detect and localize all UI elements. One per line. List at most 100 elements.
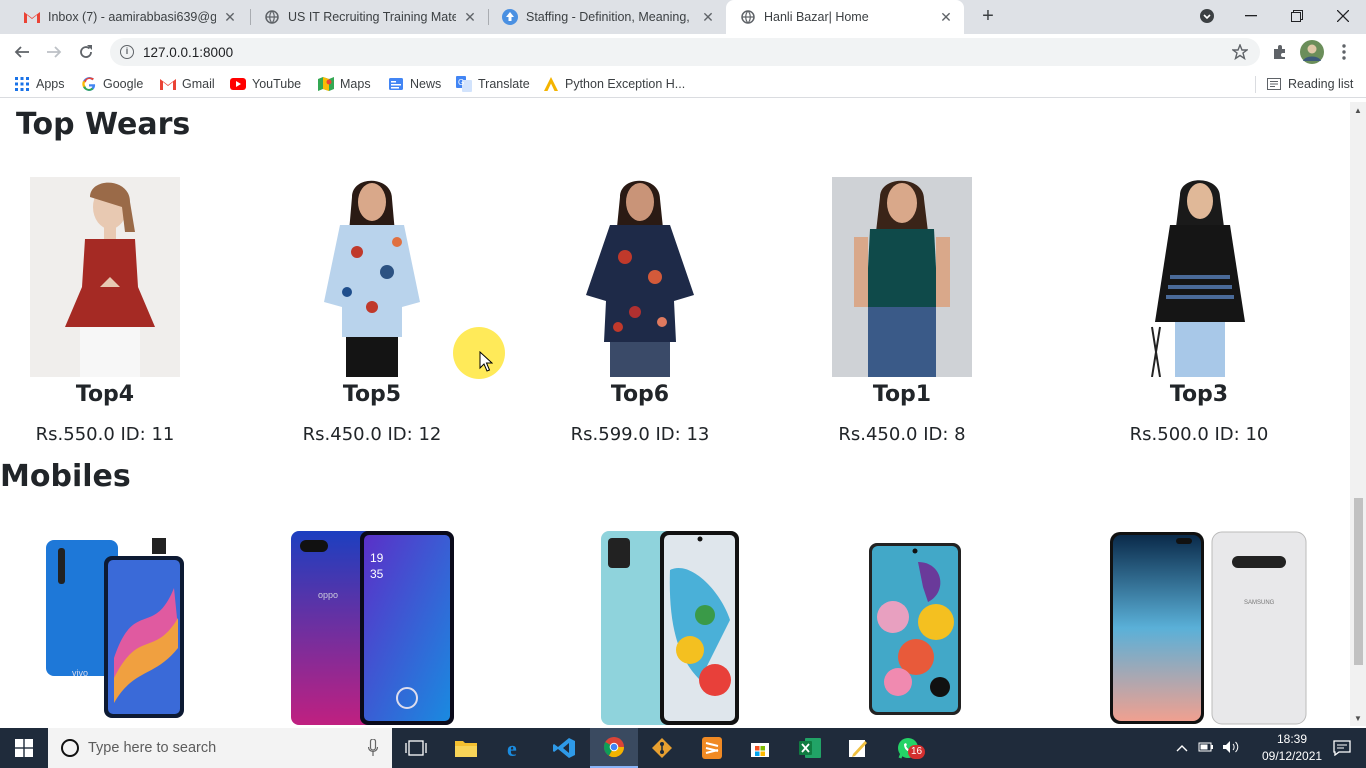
taskbar-search-box[interactable]: Type here to search xyxy=(48,728,392,768)
scroll-down-icon[interactable]: ▼ xyxy=(1353,714,1363,724)
section-title-top-wears: Top Wears xyxy=(16,107,191,142)
product-image-top5[interactable] xyxy=(302,177,442,377)
product-image-samsung-a71[interactable] xyxy=(600,530,740,726)
tab-hanli-bazar[interactable]: Hanli Bazar| Home ✕ xyxy=(726,0,964,34)
edge-browser-icon[interactable]: e xyxy=(492,728,540,768)
page-content: Top Wears Top4 Rs.550.0 ID: 11 Top5 Rs.4… xyxy=(0,102,1350,726)
product-name[interactable]: Top5 xyxy=(297,382,447,407)
product-image-top4[interactable] xyxy=(30,177,180,377)
product-price: Rs.599.0 ID: 13 xyxy=(570,424,710,445)
tab-gmail[interactable]: Inbox (7) - aamirabbasi639@gmail ✕ xyxy=(10,0,248,34)
windows-start-icon[interactable] xyxy=(0,728,48,768)
profile-avatar[interactable] xyxy=(1298,38,1326,66)
apps-grid-icon xyxy=(14,76,30,92)
microphone-icon[interactable] xyxy=(368,739,378,757)
microsoft-store-icon[interactable] xyxy=(736,728,784,768)
file-explorer-icon[interactable] xyxy=(442,728,490,768)
mouse-cursor-icon xyxy=(479,350,494,378)
show-hidden-icons-icon[interactable] xyxy=(1176,741,1188,755)
translate-icon: G xyxy=(456,76,472,92)
volume-icon[interactable] xyxy=(1222,740,1240,757)
menu-kebab-icon[interactable] xyxy=(1330,38,1358,66)
git-icon[interactable] xyxy=(638,728,686,768)
address-bar[interactable]: i 127.0.0.1:8000 xyxy=(110,38,1260,66)
bookmark-label: Maps xyxy=(340,77,371,91)
notification-badge: 16 xyxy=(908,745,926,759)
browser-toolbar: i 127.0.0.1:8000 xyxy=(0,34,1366,70)
product-image-samsung-s10[interactable]: SAMSUNG xyxy=(1108,530,1308,726)
info-icon[interactable]: i xyxy=(120,45,134,59)
new-tab-button[interactable]: + xyxy=(976,5,1000,29)
svg-text:35: 35 xyxy=(370,567,384,581)
minimize-button[interactable] xyxy=(1228,0,1274,32)
excel-icon[interactable] xyxy=(786,728,834,768)
product-name[interactable]: Top6 xyxy=(565,382,715,407)
bookmark-gmail[interactable]: Gmail xyxy=(160,76,215,92)
bookmark-label: Python Exception H... xyxy=(565,77,686,91)
back-button[interactable] xyxy=(8,38,36,66)
scrollbar-thumb[interactable] xyxy=(1354,498,1363,665)
bookmarks-separator xyxy=(1255,76,1256,93)
page-scrollbar[interactable]: ▲ ▼ xyxy=(1350,102,1366,726)
svg-text:19: 19 xyxy=(370,551,384,565)
close-icon[interactable]: ✕ xyxy=(938,9,954,25)
product-price: Rs.450.0 ID: 8 xyxy=(838,424,966,445)
bookmark-star-icon[interactable] xyxy=(1226,38,1254,66)
close-icon[interactable]: ✕ xyxy=(700,9,716,25)
bookmark-news[interactable]: News xyxy=(388,76,441,92)
product-name[interactable]: Top1 xyxy=(827,382,977,407)
sublime-text-icon[interactable] xyxy=(688,728,736,768)
svg-text:G: G xyxy=(458,78,464,87)
news-icon xyxy=(388,76,404,92)
extensions-icon[interactable] xyxy=(1266,38,1294,66)
reading-list-icon xyxy=(1266,76,1282,92)
tab-search-button[interactable] xyxy=(1184,0,1230,32)
action-center-icon[interactable] xyxy=(1318,728,1366,768)
gmail-icon xyxy=(160,76,176,92)
bookmark-label: Google xyxy=(103,77,144,91)
scroll-up-icon[interactable]: ▲ xyxy=(1353,106,1363,116)
upload-icon xyxy=(502,9,518,25)
search-placeholder: Type here to search xyxy=(88,740,217,756)
notepad-icon[interactable] xyxy=(834,728,882,768)
bookmark-label: Gmail xyxy=(182,77,215,91)
taskbar-clock[interactable]: 18:39 09/12/2021 xyxy=(1262,731,1322,765)
product-price: Rs.550.0 ID: 11 xyxy=(35,424,175,445)
bookmark-maps[interactable]: Maps xyxy=(318,76,371,92)
close-icon[interactable]: ✕ xyxy=(222,9,238,25)
product-image-top6[interactable] xyxy=(570,177,710,377)
clock-date: 09/12/2021 xyxy=(1262,749,1323,763)
tab-strip: Inbox (7) - aamirabbasi639@gmail ✕ US IT… xyxy=(0,0,1366,34)
product-image-vivo[interactable]: vivo xyxy=(44,538,186,720)
product-image-oppo[interactable]: oppo 19 35 xyxy=(290,530,455,726)
product-name[interactable]: Top4 xyxy=(30,382,180,407)
python-icon xyxy=(543,76,559,92)
bookmark-translate[interactable]: G Translate xyxy=(456,76,530,92)
product-image-top3[interactable] xyxy=(1130,177,1270,378)
forward-button[interactable] xyxy=(40,38,68,66)
maps-icon xyxy=(318,76,334,92)
bookmark-python-exception[interactable]: Python Exception H... xyxy=(543,76,685,92)
product-image-top1[interactable] xyxy=(832,177,972,377)
product-name[interactable]: Top3 xyxy=(1124,382,1274,407)
reading-list-button[interactable]: Reading list xyxy=(1266,76,1353,92)
restore-button[interactable] xyxy=(1274,0,1320,32)
whatsapp-icon[interactable]: 16 xyxy=(884,728,932,768)
tab-title: Staffing - Definition, Meaning, Fu xyxy=(526,10,694,24)
reload-button[interactable] xyxy=(72,38,100,66)
chrome-icon[interactable] xyxy=(590,728,638,768)
bookmark-google[interactable]: Google xyxy=(81,76,143,92)
bookmarks-bar: Apps Google Gmail YouTube Maps News G Tr… xyxy=(0,70,1366,98)
close-window-button[interactable] xyxy=(1320,0,1366,32)
vscode-icon[interactable] xyxy=(540,728,588,768)
product-image-samsung-a51[interactable] xyxy=(868,542,962,716)
bookmark-youtube[interactable]: YouTube xyxy=(230,76,301,92)
tab-staffing[interactable]: Staffing - Definition, Meaning, Fu ✕ xyxy=(488,0,726,34)
bookmark-apps[interactable]: Apps xyxy=(14,76,65,92)
battery-icon[interactable] xyxy=(1198,741,1214,756)
url-text: 127.0.0.1:8000 xyxy=(143,44,234,60)
task-view-icon[interactable] xyxy=(392,728,440,768)
tab-us-it-recruiting[interactable]: US IT Recruiting Training Materia ✕ xyxy=(250,0,488,34)
close-icon[interactable]: ✕ xyxy=(462,9,478,25)
tab-title: Hanli Bazar| Home xyxy=(764,10,869,24)
